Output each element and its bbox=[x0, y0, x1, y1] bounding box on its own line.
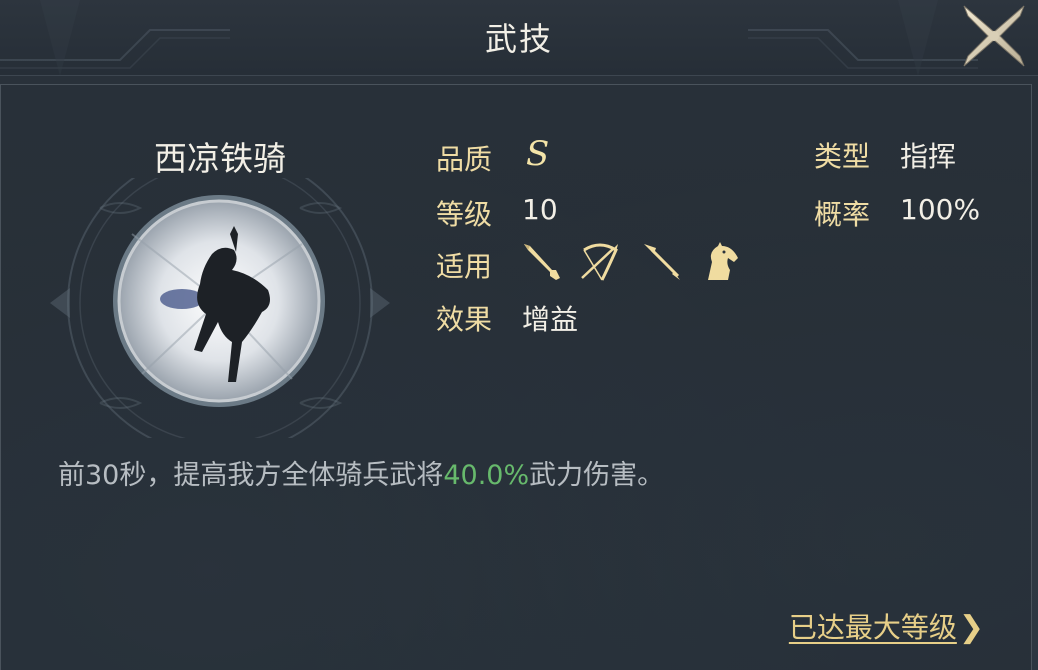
chance-value: 100% bbox=[900, 193, 981, 226]
max-level-link[interactable]: 已达最大等级❯ bbox=[789, 606, 984, 646]
skill-detail-window: 武技 西凉铁骑 品质 S 等级 10 适用 效果 增益 类型 指挥 概率 100… bbox=[0, 0, 1038, 670]
description-highlight-value: 40.0% bbox=[443, 460, 530, 491]
skill-description: 前30秒，提高我方全体骑兵武将40.0%武力伤害。 bbox=[58, 453, 664, 492]
effect-value: 增益 bbox=[522, 303, 579, 336]
close-icon bbox=[963, 5, 1025, 67]
description-text-before: 前30秒，提高我方全体骑兵武将 bbox=[58, 460, 444, 491]
window-header: 武技 bbox=[0, 0, 1038, 76]
type-value: 指挥 bbox=[900, 140, 957, 173]
spear-icon bbox=[644, 244, 680, 280]
description-text-after: 武力伤害。 bbox=[529, 460, 665, 491]
level-value: 10 bbox=[522, 193, 558, 226]
chevron-right-icon: ❯ bbox=[958, 610, 984, 645]
skill-portrait bbox=[113, 195, 325, 407]
horse-icon bbox=[708, 242, 738, 280]
max-level-text: 已达最大等级 bbox=[788, 611, 957, 644]
quality-value: S bbox=[526, 134, 550, 174]
apply-label: 适用 bbox=[436, 250, 493, 283]
skill-name: 西凉铁骑 bbox=[154, 139, 286, 178]
level-label: 等级 bbox=[436, 198, 493, 231]
type-label: 类型 bbox=[814, 140, 871, 173]
sword-icon bbox=[524, 244, 560, 280]
chance-label: 概率 bbox=[814, 198, 871, 231]
quality-label: 品质 bbox=[436, 143, 493, 176]
effect-label: 效果 bbox=[436, 303, 493, 336]
close-button[interactable] bbox=[958, 2, 1030, 70]
window-title: 武技 bbox=[484, 20, 553, 58]
bow-icon bbox=[581, 243, 618, 281]
